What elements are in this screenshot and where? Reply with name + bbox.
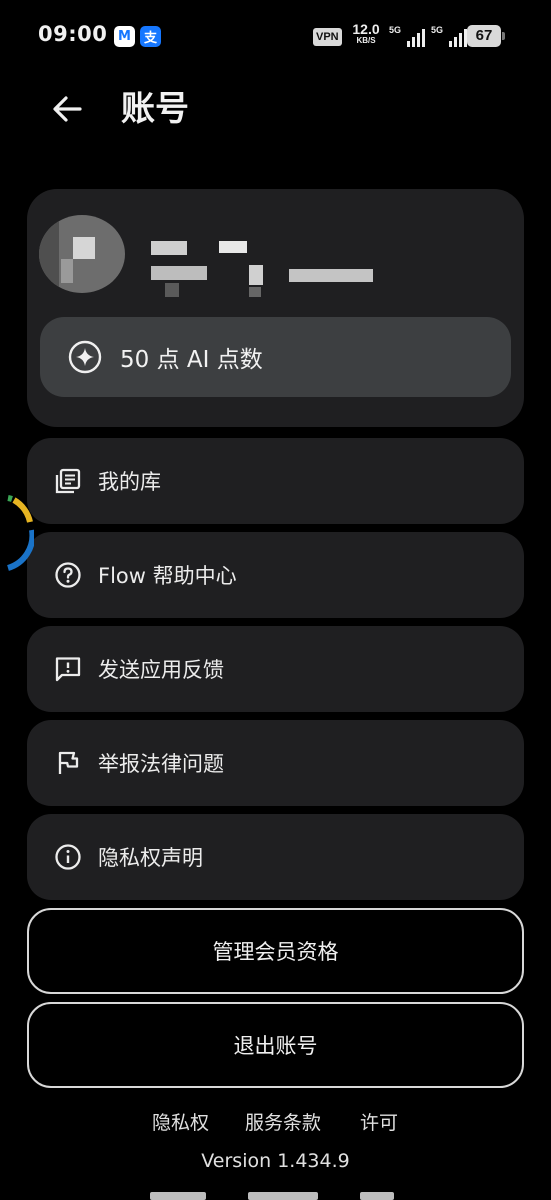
alipay-app-icon: 支	[140, 26, 161, 47]
ai-points-label: 50 点 AI 点数	[120, 347, 263, 373]
ai-points-button[interactable]: 50 点 AI 点数	[40, 317, 511, 397]
vpn-indicator: VPN	[313, 28, 342, 46]
floating-assistant-icon[interactable]	[0, 492, 34, 574]
network-speed: 12.0 KB/S	[352, 21, 380, 45]
page-title: 账号	[121, 89, 189, 129]
menu-item-feedback[interactable]: 发送应用反馈	[27, 626, 524, 712]
help-circle-icon	[53, 560, 83, 590]
menu-item-report-legal[interactable]: 举报法律问题	[27, 720, 524, 806]
flag-icon	[53, 748, 83, 778]
menu-item-label: 隐私权声明	[98, 846, 203, 870]
avatar[interactable]	[39, 215, 125, 293]
menu-item-library[interactable]: 我的库	[27, 438, 524, 524]
status-bar: 09:00 M 支 VPN 12.0 KB/S 5G 5G 67	[0, 0, 551, 70]
mail-app-icon: M	[114, 26, 135, 47]
signal-icon: 5G	[431, 25, 467, 47]
footer-links: 隐私权 服务条款 许可	[0, 1108, 551, 1136]
battery-icon: 67	[467, 25, 505, 47]
arrow-left-icon	[53, 96, 82, 122]
library-icon	[53, 466, 83, 496]
menu-item-privacy-statement[interactable]: 隐私权声明	[27, 814, 524, 900]
status-time: 09:00	[38, 22, 108, 46]
back-button[interactable]	[44, 86, 90, 132]
clipped-footer-text	[150, 1192, 400, 1200]
sparkle-circle-icon	[68, 340, 102, 374]
account-card: 50 点 AI 点数	[27, 189, 524, 427]
footer-link-license[interactable]: 许可	[360, 1108, 398, 1135]
battery-level: 67	[467, 25, 501, 47]
info-icon	[53, 842, 83, 872]
footer-link-terms[interactable]: 服务条款	[245, 1108, 321, 1135]
footer-link-privacy[interactable]: 隐私权	[152, 1108, 209, 1135]
signal-icon: 5G	[389, 25, 425, 47]
sign-out-button[interactable]: 退出账号	[27, 1002, 524, 1088]
version-text: Version 1.434.9	[201, 1150, 350, 1172]
menu-item-label: 我的库	[98, 470, 161, 494]
menu-item-help-center[interactable]: Flow 帮助中心	[27, 532, 524, 618]
menu-item-label: 举报法律问题	[98, 752, 224, 776]
menu-item-label: 发送应用反馈	[98, 658, 224, 682]
manage-membership-button[interactable]: 管理会员资格	[27, 908, 524, 994]
menu-item-label: Flow 帮助中心	[98, 564, 237, 588]
feedback-icon	[53, 654, 83, 684]
